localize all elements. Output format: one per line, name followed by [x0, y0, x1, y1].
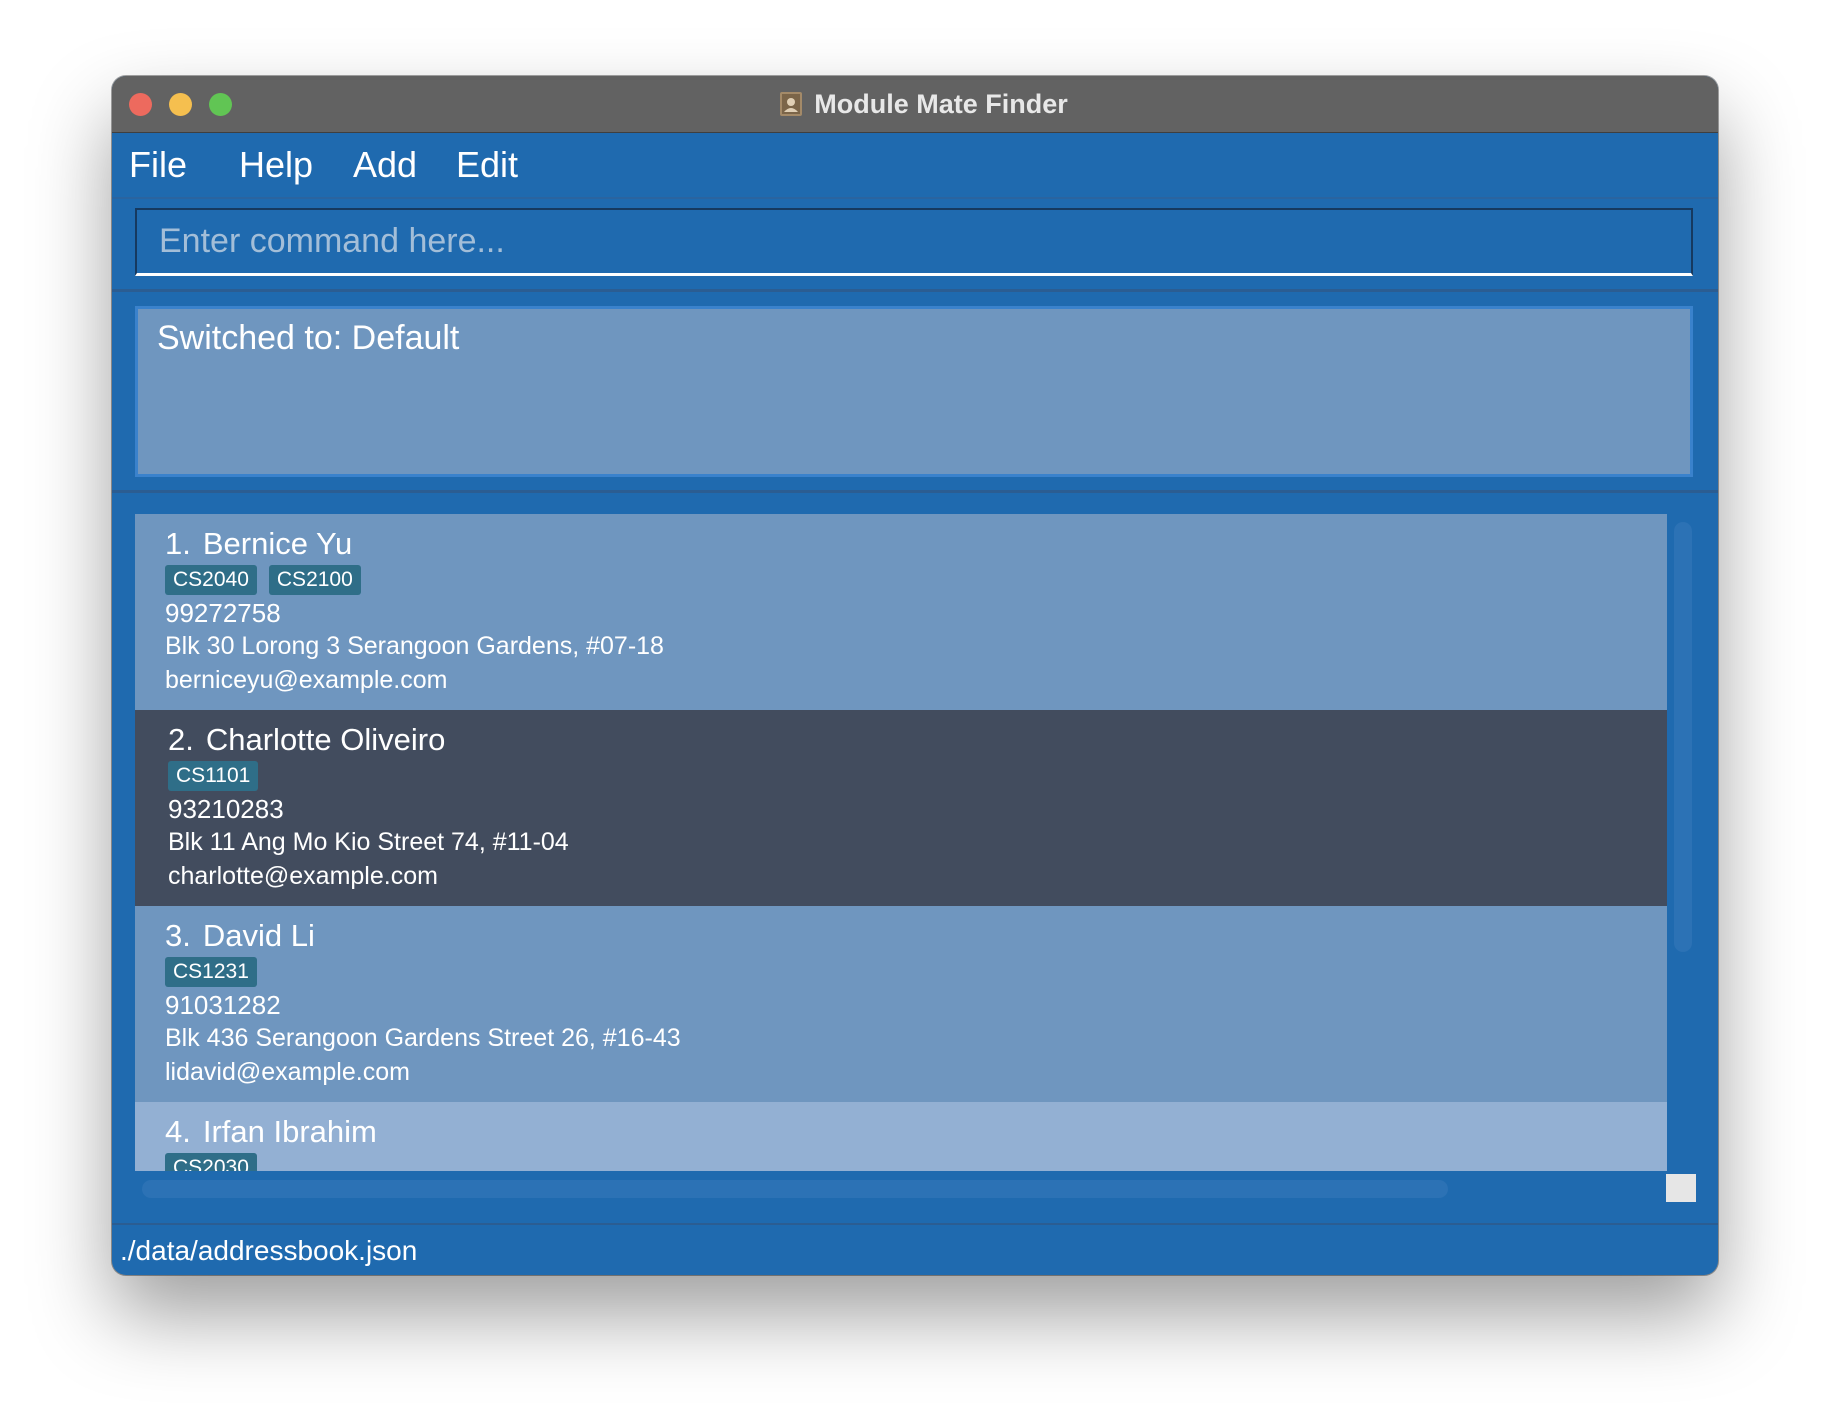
command-box — [135, 208, 1693, 276]
person-card[interactable]: 4. Irfan Ibrahim CS2030 — [135, 1102, 1667, 1171]
result-text: Switched to: Default — [157, 319, 460, 357]
person-name: 3. David Li — [165, 918, 315, 954]
tag-list: CS2030 — [165, 1153, 269, 1171]
person-name: 2. Charlotte Oliveiro — [168, 722, 445, 758]
person-card[interactable]: 1. Bernice Yu CS2040 CS2100 99272758 Blk … — [135, 514, 1667, 710]
person-index: 2. — [168, 722, 194, 757]
person-email: charlotte@example.com — [168, 862, 438, 890]
person-card[interactable]: 3. David Li CS1231 91031282 Blk 436 Seran… — [135, 906, 1667, 1102]
person-index: 1. — [165, 526, 191, 561]
person-phone: 93210283 — [168, 794, 284, 824]
person-phone: 99272758 — [165, 598, 281, 628]
person-name-text: Charlotte Oliveiro — [205, 722, 446, 757]
person-name-text: Irfan Ibrahim — [202, 1114, 377, 1149]
horizontal-scrollbar[interactable] — [142, 1180, 1448, 1198]
person-address: Blk 436 Serangoon Gardens Street 26, #16… — [165, 1024, 681, 1052]
person-email: lidavid@example.com — [165, 1058, 410, 1086]
person-name: 4. Irfan Ibrahim — [165, 1114, 377, 1150]
title-bar: Module Mate Finder — [112, 76, 1718, 133]
result-display[interactable]: Switched to: Default — [135, 306, 1693, 477]
command-input[interactable] — [137, 210, 1691, 273]
menu-file[interactable]: File — [129, 133, 187, 197]
person-name-text: Bernice Yu — [202, 526, 353, 561]
app-window: Module Mate Finder File Help Add Edit Sw… — [112, 76, 1718, 1275]
person-name-text: David Li — [202, 918, 315, 953]
tag-list: CS1231 — [165, 957, 269, 987]
window-title: Module Mate Finder — [814, 88, 1068, 119]
person-address: Blk 30 Lorong 3 Serangoon Gardens, #07-1… — [165, 632, 664, 660]
tag-list: CS2040 CS2100 — [165, 565, 373, 595]
module-tag: CS1231 — [165, 957, 257, 987]
person-index: 4. — [165, 1114, 191, 1149]
menu-add[interactable]: Add — [353, 133, 417, 197]
divider — [112, 1223, 1718, 1225]
scroll-corner — [1666, 1174, 1696, 1202]
module-tag: CS1101 — [168, 761, 259, 791]
menu-bar: File Help Add Edit — [112, 133, 1718, 199]
module-tag: CS2100 — [268, 565, 361, 595]
module-tag: CS2040 — [165, 565, 257, 595]
person-name: 1. Bernice Yu — [165, 526, 352, 562]
title-wrap: Module Mate Finder — [112, 76, 1718, 132]
menu-edit[interactable]: Edit — [456, 133, 518, 197]
module-tag: CS2030 — [165, 1153, 257, 1171]
tag-list: CS1101 — [168, 761, 270, 791]
app-contact-icon — [780, 92, 803, 116]
person-phone: 91031282 — [165, 990, 281, 1020]
divider — [112, 289, 1718, 292]
person-card-selected[interactable]: 2. Charlotte Oliveiro CS1101 93210283 Blk… — [135, 710, 1667, 906]
divider — [112, 490, 1718, 493]
person-email: berniceyu@example.com — [165, 666, 448, 694]
person-address: Blk 11 Ang Mo Kio Street 74, #11-04 — [168, 828, 569, 856]
vertical-scrollbar[interactable] — [1674, 522, 1692, 952]
status-bar-path: ./data/addressbook.json — [120, 1235, 418, 1266]
person-list[interactable]: 1. Bernice Yu CS2040 CS2100 99272758 Blk … — [135, 514, 1667, 1171]
person-index: 3. — [165, 918, 191, 953]
menu-help[interactable]: Help — [239, 133, 313, 197]
